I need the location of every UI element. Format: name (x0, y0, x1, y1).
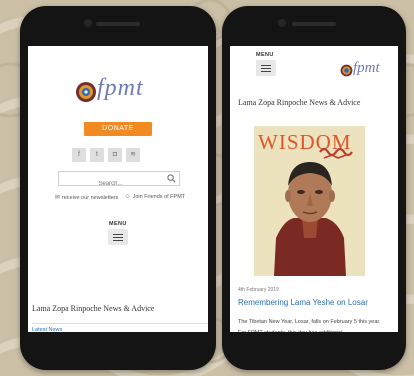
phone-speaker (96, 22, 140, 26)
menu-button[interactable] (108, 229, 128, 245)
fpmt-seal-icon (76, 82, 96, 102)
menu-button[interactable] (256, 60, 276, 76)
social-icons: f t ◘ ≋ (72, 148, 140, 162)
newsletter-link-label: receive our newsletters (61, 195, 119, 201)
phone-camera (278, 19, 286, 27)
twitter-icon[interactable]: t (90, 148, 104, 162)
fpmt-logo[interactable]: fpmt (75, 75, 167, 115)
instagram-icon[interactable]: ◘ (108, 148, 122, 162)
people-icon: ☺ (124, 194, 131, 200)
phone-speaker (292, 22, 336, 26)
hamburger-line (113, 240, 123, 242)
hamburger-line (113, 237, 123, 239)
facebook-icon[interactable]: f (72, 148, 86, 162)
hamburger-line (261, 68, 271, 70)
section-title: Lama Zopa Rinpoche News & Advice (32, 304, 155, 313)
post-date: 4th February 2019 (238, 287, 279, 293)
menu-label: MENU (256, 52, 274, 58)
search-icon[interactable] (167, 174, 176, 183)
hamburger-line (261, 71, 271, 73)
latest-news-link[interactable]: Latest News (32, 323, 208, 332)
friends-link[interactable]: ☺ Join Friends of FPMT (124, 194, 185, 201)
logo-text: fpmt (97, 75, 144, 101)
left-phone: fpmt DONATE f t ◘ ≋ ✉receive our newslet… (20, 6, 216, 370)
fpmt-logo[interactable]: fpmt (340, 60, 390, 82)
fpmt-seal-icon (340, 64, 353, 77)
post-excerpt: The Tibetan New Year, Losar, falls on Fe… (238, 319, 381, 332)
section-title: Lama Zopa Rinpoche News & Advice (238, 98, 361, 107)
rss-icon[interactable]: ≋ (126, 148, 140, 162)
menu-label: MENU (109, 221, 127, 227)
hamburger-line (113, 234, 123, 236)
donate-button[interactable]: DONATE (84, 122, 152, 136)
header-links: ✉ receive our newsletters ☺ Join Friends o… (32, 194, 208, 201)
friends-link-label: Join Friends of FPMT (132, 194, 186, 200)
logo-text: fpmt (353, 60, 380, 76)
mail-icon: ✉ (54, 195, 60, 201)
hamburger-line (261, 65, 271, 67)
magazine-cover-image[interactable]: WISDOM (254, 126, 365, 276)
newsletter-link[interactable]: ✉ receive our newsletters (55, 194, 119, 201)
tibetan-script-decoration (319, 147, 353, 159)
right-phone: MENU fpmt Lama Zopa Rinpoche News & Advi… (222, 6, 406, 370)
right-screen: MENU fpmt Lama Zopa Rinpoche News & Advi… (230, 46, 398, 332)
phone-camera (84, 19, 92, 27)
left-screen: fpmt DONATE f t ◘ ≋ ✉receive our newslet… (28, 46, 208, 332)
search-input[interactable] (59, 177, 162, 191)
search-field (58, 171, 180, 191)
post-title-link[interactable]: Remembering Lama Yeshe on Losar (238, 298, 368, 307)
